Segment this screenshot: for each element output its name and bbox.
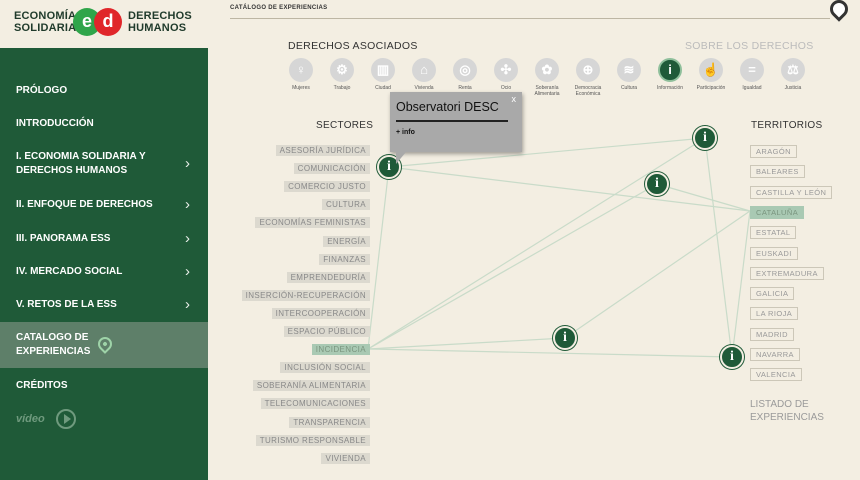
sector-tag[interactable]: TRANSPARENCIA: [289, 416, 370, 428]
sector-tag[interactable]: INTERCOOPERACIÓN: [271, 307, 370, 319]
territory-tag[interactable]: GALICIA: [750, 287, 795, 301]
nav-introduccion[interactable]: INTRODUCCIÓN: [0, 117, 208, 131]
chevron-right-icon: ›: [185, 230, 190, 247]
more-info-link[interactable]: + info: [396, 129, 415, 136]
sector-tag[interactable]: FINANZAS: [319, 253, 370, 265]
popup-divider: [396, 120, 508, 122]
chevron-right-icon: ›: [185, 155, 190, 172]
experience-node[interactable]: i: [693, 126, 717, 150]
connection-line: [656, 183, 751, 212]
sector-tag[interactable]: TURISMO RESPONSABLE: [255, 434, 370, 446]
nav-mercado-social[interactable]: IV. MERCADO SOCIAL ›: [0, 263, 208, 280]
experience-node[interactable]: i: [553, 326, 577, 350]
experience-popup: Observatori DESC x + info: [390, 92, 522, 164]
nav-label: II. ENFOQUE DE DERECHOS: [16, 199, 153, 210]
sector-tag[interactable]: TELECOMUNICACIONES: [260, 398, 370, 410]
territory-tag[interactable]: ARAGÓN: [750, 145, 797, 158]
main-content: CATÁLOGO DE EXPERIENCIAS DERECHOS ASOCIA…: [208, 0, 860, 480]
close-icon[interactable]: x: [512, 94, 517, 104]
territory-tag[interactable]: EXTREMADURA: [750, 266, 824, 280]
sector-tag[interactable]: ENERGÍA: [323, 235, 370, 247]
logo-text-right: DERECHOS HUMANOS: [128, 10, 192, 34]
nav-panorama-ess[interactable]: III. PANORAMA ESS ›: [0, 230, 208, 247]
chevron-right-icon: ›: [185, 263, 190, 280]
sector-tag[interactable]: EMPRENDEDURÍA: [286, 271, 370, 283]
nav-video[interactable]: vídeo: [0, 402, 208, 436]
nav-prologo[interactable]: PRÓLOGO: [0, 84, 208, 98]
link-label: LISTADO DE: [750, 399, 809, 410]
sector-tag[interactable]: INCIDENCIA: [311, 344, 370, 356]
nav-label: INTRODUCCIÓN: [16, 118, 94, 129]
sidebar: ECONOMÍA SOLIDARIA e d DERECHOS HUMANOS …: [0, 0, 208, 480]
logo-line: DERECHOS: [128, 10, 192, 22]
sector-tag[interactable]: ECONOMÍAS FEMINISTAS: [255, 217, 370, 229]
logo[interactable]: ECONOMÍA SOLIDARIA e d DERECHOS HUMANOS: [0, 0, 208, 48]
connection-line: [367, 348, 733, 358]
territory-tag[interactable]: BALEARES: [750, 165, 805, 179]
connection-line: [367, 166, 390, 350]
territory-tag[interactable]: EUSKADI: [750, 246, 798, 260]
nav-economia-solidaria[interactable]: I. ECONOMIA SOLIDARIA Y DERECHOS HUMANOS…: [0, 150, 208, 178]
sector-tag[interactable]: ESPACIO PÚBLICO: [283, 326, 370, 337]
logo-line: HUMANOS: [128, 22, 187, 34]
nav-label: DERECHOS HUMANOS: [16, 165, 128, 176]
nav-creditos[interactable]: CRÉDITOS: [0, 379, 208, 393]
sector-tag[interactable]: ASESORÍA JURÍDICA: [275, 145, 370, 156]
nav-label: vídeo: [16, 413, 45, 425]
nav-catalogo-experiencias[interactable]: CATALOGO DE EXPERIENCIAS: [0, 322, 208, 368]
nav-label: EXPERIENCIAS: [16, 346, 91, 357]
logo-d-circle: d: [94, 8, 122, 36]
logo-line: SOLIDARIA: [14, 22, 77, 34]
logo-line: ECONOMÍA: [14, 10, 77, 22]
nav-label: CRÉDITOS: [16, 380, 68, 391]
logo-text-left: ECONOMÍA SOLIDARIA: [14, 10, 76, 34]
chevron-right-icon: ›: [185, 296, 190, 313]
nav-label: IV. MERCADO SOCIAL: [16, 266, 123, 277]
listado-experiencias-link[interactable]: LISTADO DE EXPERIENCIAS: [750, 398, 840, 424]
territory-tag[interactable]: VALENCIA: [750, 368, 802, 382]
sector-tag[interactable]: COMUNICACIÓN: [293, 163, 370, 175]
link-label: EXPERIENCIAS: [750, 412, 824, 423]
popup-title: Observatori DESC: [396, 100, 499, 114]
experience-node[interactable]: i: [645, 172, 669, 196]
sector-tag[interactable]: SOBERANÍA ALIMENTARIA: [252, 380, 370, 392]
connection-line: [367, 183, 658, 350]
sector-tag[interactable]: VIVIENDA: [321, 452, 370, 464]
sector-tag[interactable]: CULTURA: [322, 199, 370, 211]
nav-retos-ess[interactable]: V. RETOS DE LA ESS ›: [0, 296, 208, 313]
territory-tag[interactable]: CATALUÑA: [750, 205, 805, 219]
territory-tag[interactable]: LA RIOJA: [750, 307, 799, 321]
connection-line: [367, 337, 566, 350]
connection-line: [388, 166, 751, 212]
nav-label: V. RETOS DE LA ESS: [16, 299, 117, 310]
nav-label: PRÓLOGO: [16, 85, 68, 96]
sector-tag[interactable]: INSERCIÓN-RECUPERACIÓN: [241, 289, 370, 301]
nav-label: I. ECONOMIA SOLIDARIA Y: [16, 151, 146, 162]
connection-line: [367, 137, 706, 350]
territory-tag[interactable]: MADRID: [750, 327, 794, 341]
nav-enfoque-derechos[interactable]: II. ENFOQUE DE DERECHOS ›: [0, 196, 208, 213]
sector-tag[interactable]: INCLUSIÓN SOCIAL: [280, 362, 370, 374]
connection-line: [731, 210, 751, 358]
sector-tag[interactable]: COMERCIO JUSTO: [284, 181, 370, 193]
chevron-right-icon: ›: [185, 196, 190, 213]
connection-line: [704, 137, 733, 358]
territory-tag[interactable]: NAVARRA: [750, 348, 800, 361]
play-icon: [56, 409, 76, 429]
territory-tag[interactable]: CASTILLA Y LEÓN: [750, 185, 833, 199]
nav-label: III. PANORAMA ESS: [16, 233, 111, 244]
territory-tag[interactable]: ESTATAL: [750, 226, 797, 240]
experience-node[interactable]: i: [720, 345, 744, 369]
